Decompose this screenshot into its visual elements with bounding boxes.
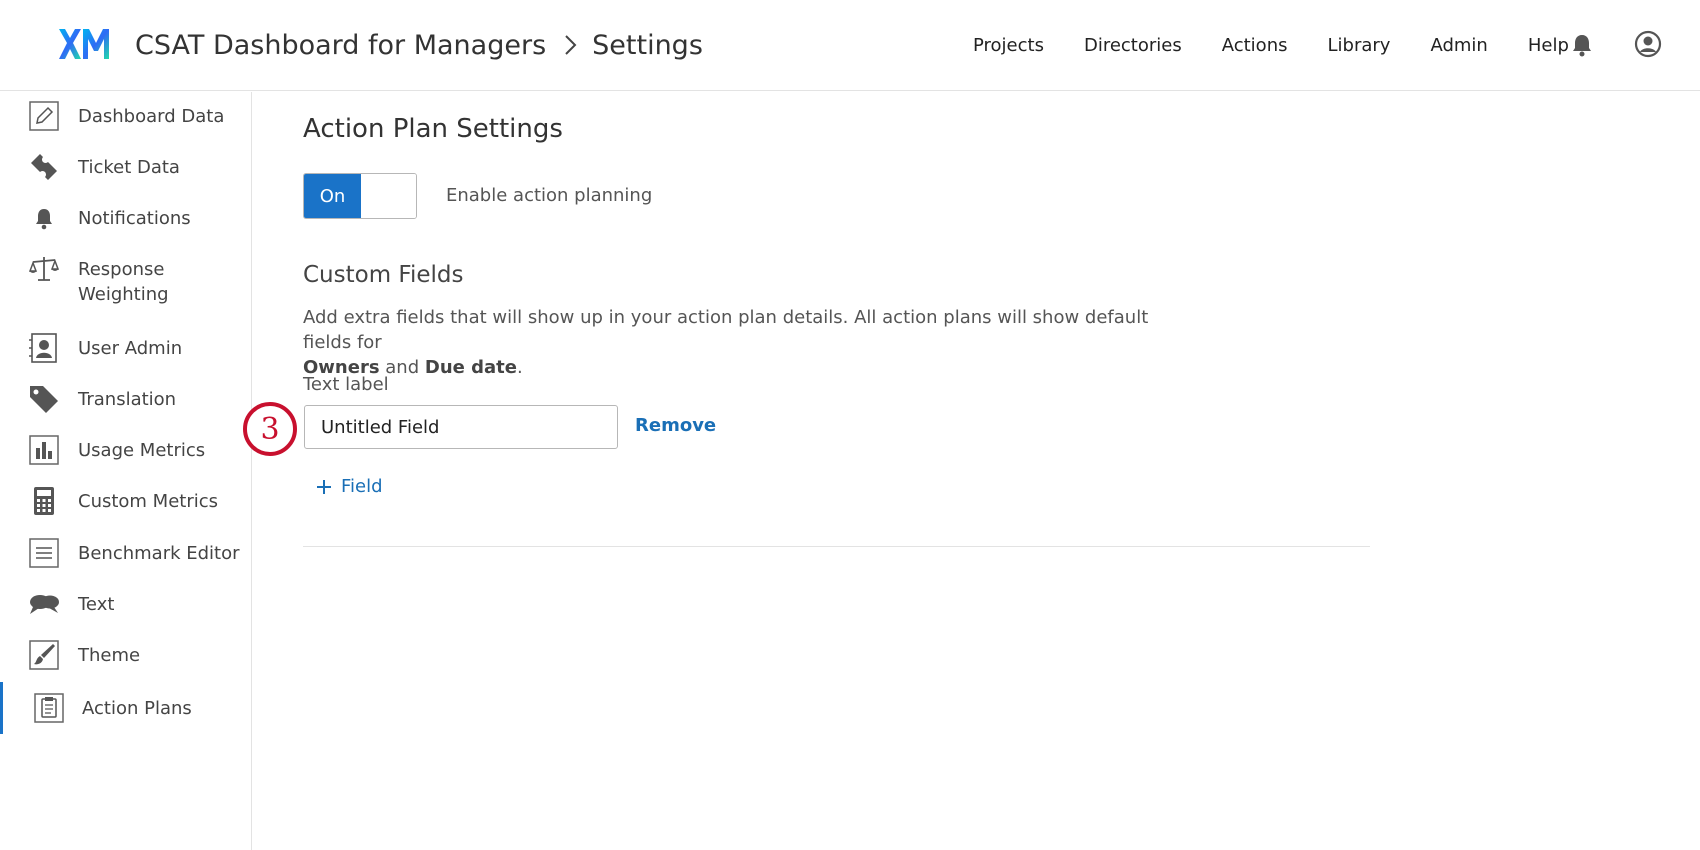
bar-chart-icon — [28, 434, 60, 466]
xm-logo[interactable] — [59, 24, 111, 64]
toggle-on-state: On — [304, 174, 361, 218]
nav-projects[interactable]: Projects — [973, 35, 1044, 56]
description-and: and — [385, 357, 420, 378]
add-field-label: Field — [341, 476, 383, 497]
user-card-icon — [28, 332, 60, 364]
sidebar-item-translation[interactable]: Translation — [0, 383, 251, 418]
scale-icon — [28, 253, 60, 285]
breadcrumb-project[interactable]: CSAT Dashboard for Managers — [135, 30, 546, 61]
sidebar-item-label: Custom Metrics — [78, 491, 219, 512]
settings-sidebar: Dashboard Data Ticket Data Notifications… — [0, 92, 252, 850]
sidebar-item-user-admin[interactable]: User Admin — [0, 332, 251, 367]
sidebar-item-theme[interactable]: Theme — [0, 639, 251, 674]
page-title: Action Plan Settings — [303, 114, 563, 144]
bell-icon[interactable] — [1571, 33, 1593, 61]
top-nav: Projects Directories Actions Library Adm… — [973, 25, 1609, 65]
user-account-icon[interactable] — [1634, 30, 1662, 62]
custom-fields-heading: Custom Fields — [303, 262, 464, 288]
sidebar-item-action-plans[interactable]: Action Plans — [0, 682, 251, 734]
sidebar-item-usage-metrics[interactable]: Usage Metrics — [0, 434, 251, 469]
sidebar-item-dashboard-data[interactable]: Dashboard Data — [0, 100, 251, 135]
description-due-date: Due date — [424, 357, 517, 378]
sidebar-item-label: Text — [78, 594, 115, 615]
pencil-icon — [28, 100, 60, 132]
sidebar-item-label: Translation — [78, 389, 177, 410]
sidebar-item-label: Dashboard Data — [78, 106, 225, 127]
enable-action-planning-toggle[interactable]: On — [303, 173, 417, 219]
plus-icon — [316, 479, 332, 495]
sidebar-item-benchmark-editor[interactable]: Benchmark Editor — [0, 537, 251, 572]
nav-library[interactable]: Library — [1328, 35, 1391, 56]
sidebar-item-label: Theme — [78, 645, 141, 666]
breadcrumb: CSAT Dashboard for Managers Settings — [135, 25, 703, 65]
step-number-badge: 3 — [243, 402, 297, 456]
chat-bubbles-icon — [28, 588, 60, 620]
custom-fields-description: Add extra fields that will show up in yo… — [303, 305, 1163, 380]
nav-help[interactable]: Help — [1528, 35, 1569, 56]
nav-directories[interactable]: Directories — [1084, 35, 1182, 56]
clipboard-icon — [33, 692, 65, 724]
calculator-icon — [28, 485, 60, 517]
paintbrush-icon — [28, 639, 60, 671]
top-header: CSAT Dashboard for Managers Settings Pro… — [0, 0, 1700, 91]
description-period: . — [516, 357, 523, 378]
custom-field-name-input[interactable] — [304, 405, 618, 449]
text-label-caption: Text label — [303, 374, 389, 395]
nav-admin[interactable]: Admin — [1430, 35, 1487, 56]
sidebar-item-custom-metrics[interactable]: Custom Metrics — [0, 485, 251, 520]
tag-icon — [28, 383, 60, 415]
sidebar-item-text[interactable]: Text — [0, 588, 251, 623]
toggle-description: Enable action planning — [446, 185, 653, 206]
sidebar-item-label: Ticket Data — [78, 157, 180, 178]
bell-icon — [28, 202, 60, 234]
sidebar-item-ticket-data[interactable]: Ticket Data — [0, 151, 251, 186]
toggle-off-side — [361, 174, 416, 218]
chevron-right-icon — [564, 34, 578, 56]
sidebar-item-label: Action Plans — [82, 698, 192, 719]
sidebar-item-label: Benchmark Editor — [78, 543, 240, 564]
remove-field-link[interactable]: Remove — [635, 415, 716, 436]
xm-logo-icon — [59, 29, 109, 59]
sidebar-item-response-weighting[interactable]: Response Weighting — [0, 253, 251, 309]
breadcrumb-current-page: Settings — [592, 29, 703, 61]
section-divider — [303, 546, 1370, 547]
description-text: Add extra fields that will show up in yo… — [303, 307, 1149, 353]
list-icon — [28, 537, 60, 569]
ticket-icon — [28, 151, 60, 183]
nav-actions[interactable]: Actions — [1222, 35, 1288, 56]
sidebar-item-notifications[interactable]: Notifications — [0, 202, 251, 237]
sidebar-item-label: User Admin — [78, 338, 183, 359]
sidebar-item-label: Usage Metrics — [78, 440, 206, 461]
sidebar-item-label: Notifications — [78, 208, 191, 229]
sidebar-item-label: Response Weighting — [78, 259, 169, 305]
add-field-button[interactable]: Field — [316, 476, 383, 497]
